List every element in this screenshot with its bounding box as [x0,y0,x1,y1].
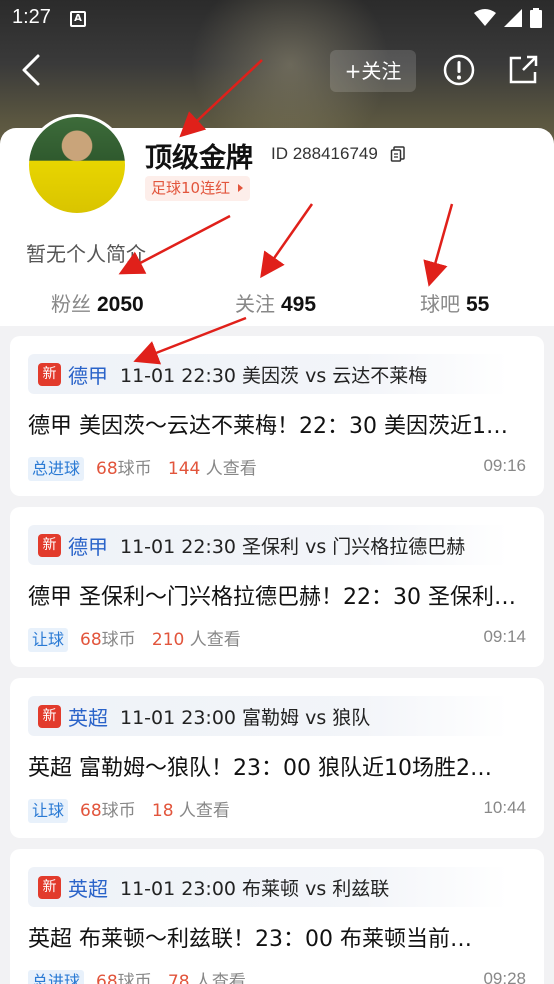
post-time: 09:14 [483,627,526,646]
league-name: 德甲 [68,535,108,559]
post-time: 10:44 [483,798,526,817]
bet-type-tag: 让球 [28,799,69,823]
notification-a-icon: A [70,11,86,27]
match-row: 新 英超 11-01 23:00 布莱顿 vs 利兹联 [28,867,508,907]
status-time: 1:27 [12,6,51,28]
post-card[interactable]: 新 德甲 11-01 22:30 美因茨 vs 云达不莱梅 德甲 美因茨～云达不… [10,336,544,496]
stat-following-label: 关注 [235,292,275,316]
stat-fans[interactable]: 粉丝 2050 [51,288,144,317]
match-info: 11-01 22:30 圣保利 vs 门兴格拉德巴赫 [120,536,466,558]
streak-badge[interactable]: 足球10连红 [145,176,251,201]
match-row: 新 德甲 11-01 22:30 美因茨 vs 云达不莱梅 [28,354,508,394]
user-id: ID 288416749 [271,144,378,163]
league-name: 英超 [68,877,108,901]
username: 顶级金牌 [145,143,253,174]
post-headline: 德甲 美因茨～云达不莱梅！22：30 美因茨近10场胜率… [28,414,518,439]
report-info-icon[interactable] [441,52,477,88]
new-tag: 新 [38,363,61,386]
new-tag: 新 [38,705,61,728]
post-headline: 英超 富勒姆～狼队！23：00 狼队近10场胜2… [28,756,492,781]
stat-following[interactable]: 关注 495 [235,288,316,317]
user-bio: 暂无个人简介 [26,242,146,266]
stat-forum-label: 球吧 [420,292,460,316]
view-count: 18 [151,801,174,821]
stat-fans-label: 粉丝 [51,292,91,316]
post-card[interactable]: 新 英超 11-01 23:00 富勒姆 vs 狼队 英超 富勒姆～狼队！23：… [10,678,544,838]
view-unit: 人查看 [189,630,241,650]
bet-type-tag: 让球 [28,628,69,652]
bet-type-tag: 总进球 [28,970,85,984]
post-card[interactable]: 新 英超 11-01 23:00 布莱顿 vs 利兹联 英超 布莱顿～利兹联！2… [10,849,544,984]
coin-unit: 球币 [101,630,136,650]
match-info: 11-01 23:00 布莱顿 vs 利兹联 [120,878,390,900]
coin-count: 68 [80,630,102,650]
match-info: 11-01 22:30 美因茨 vs 云达不莱梅 [120,365,428,387]
match-info: 11-01 23:00 富勒姆 vs 狼队 [120,707,371,729]
battery-icon [530,8,542,28]
post-time: 09:16 [483,456,526,475]
view-unit: 人查看 [194,972,246,984]
follow-button[interactable]: +关注 [330,50,416,92]
post-time: 09:28 [483,969,526,984]
post-meta: 总进球 68球币 144 人查看 [28,454,257,481]
stat-fans-value: 2050 [97,293,144,316]
new-tag: 新 [38,534,61,557]
post-card[interactable]: 新 德甲 11-01 22:30 圣保利 vs 门兴格拉德巴赫 德甲 圣保利～门… [10,507,544,667]
match-row: 新 英超 11-01 23:00 富勒姆 vs 狼队 [28,696,508,736]
stat-following-value: 495 [281,293,317,316]
status-bar: 1:27 A [0,0,554,38]
post-meta: 让球 68球币 18 人查看 [28,796,230,823]
stat-forum-value: 55 [466,293,490,316]
coin-count: 68 [96,459,118,479]
chevron-right-icon [238,184,244,192]
signal-icon [504,9,522,27]
view-count: 210 [151,630,185,650]
stat-forum[interactable]: 球吧 55 [420,288,489,317]
post-meta: 总进球 68球币 78 人查看 [28,967,246,984]
league-name: 德甲 [68,364,108,388]
post-headline: 英超 布莱顿～利兹联！23：00 布莱顿当前… [28,927,472,952]
new-tag: 新 [38,876,61,899]
status-icons [474,8,542,28]
bet-type-tag: 总进球 [28,457,85,481]
share-icon[interactable] [505,52,541,88]
view-unit: 人查看 [178,801,230,821]
coin-unit: 球币 [117,972,152,984]
copy-icon[interactable] [390,146,406,162]
coin-count: 68 [96,972,118,984]
post-headline: 德甲 圣保利～门兴格拉德巴赫！22：30 圣保利… [28,585,516,610]
post-meta: 让球 68球币 210 人查看 [28,625,241,652]
coin-unit: 球币 [101,801,136,821]
match-row: 新 德甲 11-01 22:30 圣保利 vs 门兴格拉德巴赫 [28,525,508,565]
back-button[interactable] [14,52,50,88]
streak-badge-label: 足球10连红 [151,179,231,197]
wifi-icon [474,9,496,26]
coin-unit: 球币 [117,459,152,479]
coin-count: 68 [80,801,102,821]
view-count: 78 [167,972,190,984]
view-unit: 人查看 [205,459,257,479]
view-count: 144 [167,459,201,479]
league-name: 英超 [68,706,108,730]
avatar[interactable] [26,114,128,216]
